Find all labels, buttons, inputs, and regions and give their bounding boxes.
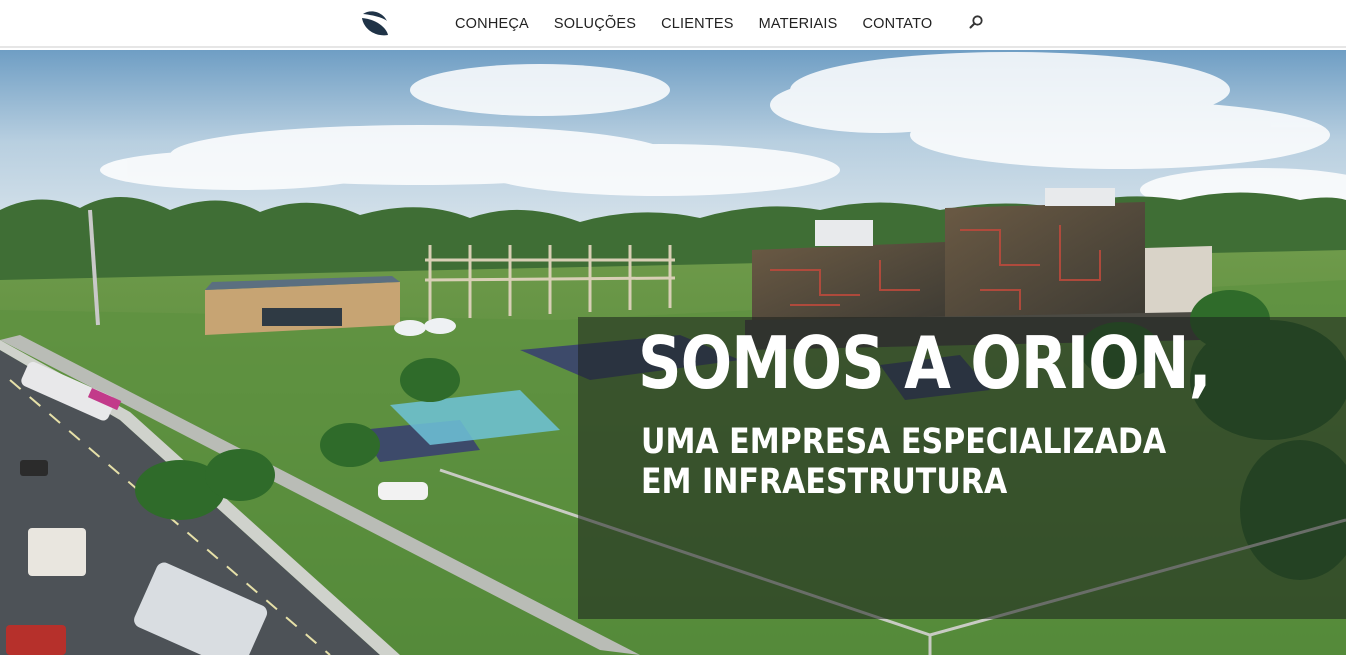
search-icon[interactable] [968, 14, 984, 30]
nav-item-conheca[interactable]: CONHEÇA [455, 16, 529, 32]
nav-item-clientes[interactable]: CLIENTES [661, 16, 734, 32]
nav-item-contato[interactable]: CONTATO [863, 16, 933, 32]
site-header: CONHEÇA SOLUÇÕES CLIENTES MATERIAIS CONT… [0, 0, 1346, 48]
main-nav: CONHEÇA SOLUÇÕES CLIENTES MATERIAIS CONT… [455, 0, 957, 48]
hero-subline-1: UMA EMPRESA ESPECIALIZADA [641, 422, 1167, 462]
hero-headline: SOMOS A ORION, [638, 321, 1212, 405]
nav-item-materiais[interactable]: MATERIAIS [759, 16, 838, 32]
nav-item-solucoes[interactable]: SOLUÇÕES [554, 16, 636, 32]
orion-logo-icon[interactable] [360, 8, 390, 38]
hero-subline-2: EM INFRAESTRUTURA [641, 462, 1008, 502]
